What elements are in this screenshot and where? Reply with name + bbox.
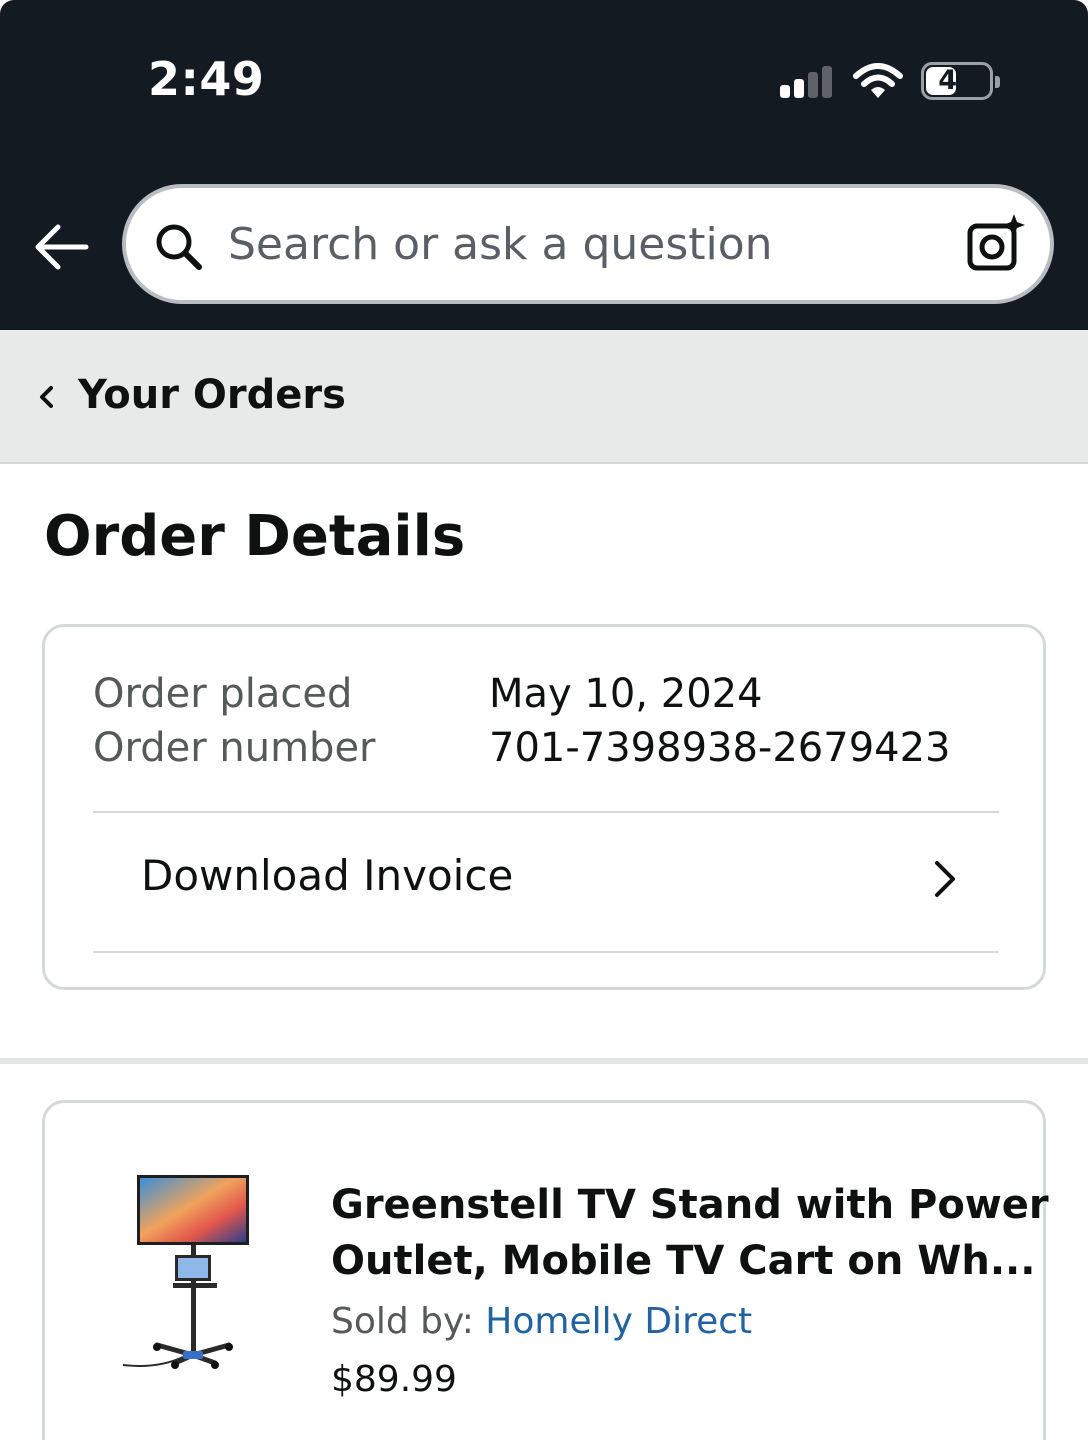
order-placed-label: Order placed: [93, 671, 353, 717]
chevron-right-icon: [935, 861, 955, 897]
product-name-line: Outlet, Mobile TV Cart on Wh...: [331, 1238, 1036, 1284]
search-input[interactable]: [228, 208, 928, 280]
order-placed-value: May 10, 2024: [489, 671, 763, 717]
battery-icon: 44: [921, 62, 1000, 100]
signal-icon: [780, 66, 834, 98]
download-invoice-label: Download Invoice: [141, 851, 514, 900]
seller-link[interactable]: Homelly Direct: [485, 1301, 752, 1342]
product-name[interactable]: Greenstell TV Stand with Power Outlet, M…: [331, 1177, 1049, 1289]
wifi-icon: [853, 63, 903, 98]
seller-info: Sold by: Homelly Direct: [331, 1301, 752, 1342]
section-divider: [0, 1058, 1088, 1064]
battery-level: 44: [938, 65, 976, 96]
page-title: Order Details: [44, 504, 466, 569]
search-bar[interactable]: [122, 184, 1054, 304]
breadcrumb[interactable]: Your Orders: [0, 330, 1088, 464]
order-info-card: Order placed May 10, 2024 Order number 7…: [42, 624, 1046, 990]
order-number-value: 701-7398938-2679423: [489, 725, 951, 771]
product-card[interactable]: Greenstell TV Stand with Power Outlet, M…: [42, 1100, 1049, 1440]
product-name-line: Greenstell TV Stand with Power: [331, 1182, 1049, 1228]
divider: [93, 951, 999, 953]
breadcrumb-label[interactable]: Your Orders: [78, 372, 346, 418]
product-image[interactable]: [117, 1173, 257, 1373]
chevron-left-icon: [40, 386, 53, 408]
status-time: 2:49: [148, 52, 265, 106]
search-icon: [156, 224, 202, 270]
sold-by-label: Sold by:: [331, 1301, 474, 1342]
product-price: $89.99: [331, 1359, 457, 1400]
header: 2:49 44: [0, 0, 1088, 330]
back-arrow-icon[interactable]: [32, 220, 90, 274]
camera-icon[interactable]: [964, 212, 1028, 276]
download-invoice-button[interactable]: Download Invoice: [93, 813, 999, 951]
order-number-label: Order number: [93, 725, 376, 771]
